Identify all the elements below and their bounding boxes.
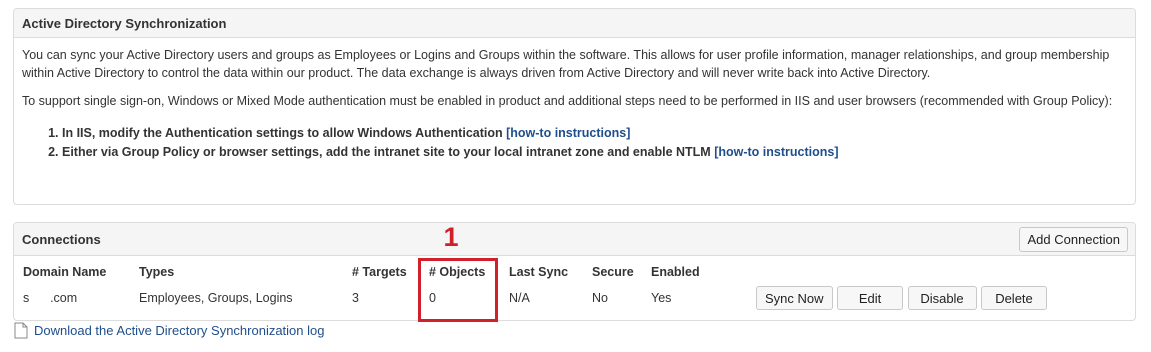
sso-step-group-policy: Either via Group Policy or browser setti…	[62, 143, 1127, 162]
edit-button[interactable]: Edit	[837, 286, 904, 310]
connections-table: Domain Name Types # Targets # Objects La…	[14, 259, 1135, 311]
add-connection-button[interactable]: Add Connection	[1019, 226, 1128, 252]
ad-sync-title: Active Directory Synchronization	[22, 15, 227, 31]
column-header-targets: # Targets	[352, 265, 407, 279]
connections-title: Connections	[22, 231, 101, 247]
connections-panel-header: Connections Add Connection	[14, 223, 1135, 256]
annotation-highlight-box	[418, 258, 498, 322]
annotation-number: 1	[443, 222, 459, 252]
sso-step-iis: In IIS, modify the Authentication settin…	[62, 124, 1127, 143]
cell-enabled: Yes	[651, 291, 672, 305]
how-to-instructions-link-group-policy[interactable]: [how-to instructions]	[714, 145, 838, 159]
ad-sync-panel-header: Active Directory Synchronization	[14, 9, 1135, 38]
cell-types: Employees, Groups, Logins	[139, 291, 293, 305]
delete-button[interactable]: Delete	[980, 286, 1047, 310]
column-header-enabled: Enabled	[651, 265, 700, 279]
connections-panel: Connections Add Connection Domain Name T…	[13, 222, 1136, 321]
cell-domain-name: s .com	[23, 291, 78, 305]
disable-button[interactable]: Disable	[907, 286, 977, 310]
ad-sync-panel: Active Directory Synchronization You can…	[13, 8, 1136, 205]
column-header-last-sync: Last Sync	[509, 265, 569, 279]
download-log-link[interactable]: Download the Active Directory Synchroniz…	[34, 323, 324, 338]
column-header-secure: Secure	[592, 265, 634, 279]
how-to-instructions-link-iis[interactable]: [how-to instructions]	[506, 126, 630, 140]
file-icon	[14, 322, 28, 338]
download-log-row: Download the Active Directory Synchroniz…	[14, 321, 324, 339]
table-header-row: Domain Name Types # Targets # Objects La…	[14, 259, 1135, 285]
column-header-domain-name: Domain Name	[23, 265, 107, 279]
cell-secure: No	[592, 291, 608, 305]
sso-step-text: In IIS, modify the Authentication settin…	[62, 126, 507, 140]
column-header-types: Types	[139, 265, 175, 279]
cell-actions: Sync Now Edit Disable Delete	[747, 285, 1135, 311]
table-row: s .com Employees, Groups, Logins 3 0 N/A…	[14, 285, 1135, 311]
sso-steps-list: In IIS, modify the Authentication settin…	[22, 124, 1127, 162]
sso-description: To support single sign-on, Windows or Mi…	[22, 94, 1113, 108]
cell-targets: 3	[352, 291, 359, 305]
cell-last-sync: N/A	[509, 291, 530, 305]
ad-sync-panel-body: You can sync your Active Directory users…	[14, 38, 1135, 162]
sync-now-button[interactable]: Sync Now	[756, 286, 833, 310]
ad-sync-description: You can sync your Active Directory users…	[22, 48, 1110, 80]
sso-step-text: Either via Group Policy or browser setti…	[62, 145, 715, 159]
